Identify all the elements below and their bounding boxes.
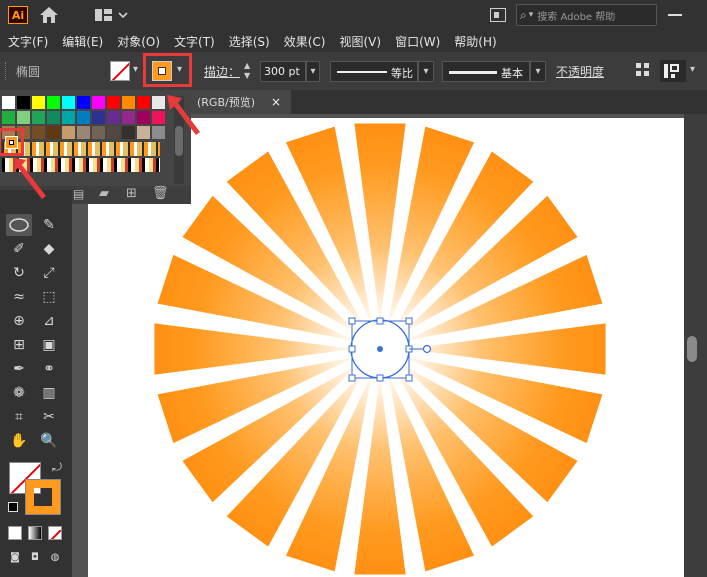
swatch[interactable] (122, 126, 135, 139)
selection-bounding-box[interactable] (348, 317, 432, 382)
perspective-grid-tool-icon[interactable]: ⊿ (36, 310, 62, 332)
swatch[interactable] (107, 96, 120, 109)
shape-builder-tool-icon[interactable]: ⊕ (6, 310, 32, 332)
blend-tool-icon[interactable]: ⚭ (36, 358, 62, 380)
slice-tool-icon[interactable]: ✂ (36, 406, 62, 428)
gradient-tool-icon[interactable]: ▣ (36, 334, 62, 356)
default-colors-icon[interactable] (8, 502, 18, 512)
sunburst-artwork[interactable] (0, 0, 707, 577)
swatch[interactable] (137, 111, 150, 124)
rotate-tool-icon[interactable]: ↻ (6, 262, 32, 284)
eyedropper-tool-icon[interactable]: ✒ (6, 358, 32, 380)
swatch[interactable] (152, 96, 165, 109)
swatch-row-special (2, 158, 160, 172)
gradient-mode-icon[interactable] (28, 526, 42, 540)
swatch[interactable] (77, 111, 90, 124)
swatch[interactable] (92, 126, 105, 139)
symbol-sprayer-tool-icon[interactable]: ❁ (6, 382, 32, 404)
swatch[interactable] (152, 126, 165, 139)
hand-tool-icon[interactable]: ✋ (6, 430, 32, 452)
swatch[interactable] (152, 111, 165, 124)
ellipse-tool-icon[interactable] (6, 214, 32, 236)
delete-swatch-icon[interactable]: 🗑 (152, 186, 169, 201)
draw-behind-icon[interactable]: ◘ (28, 550, 42, 564)
vertical-scrollbar[interactable] (684, 114, 707, 577)
swatch[interactable] (32, 126, 45, 139)
swatch[interactable] (17, 111, 30, 124)
swatch[interactable] (92, 111, 105, 124)
draw-inside-icon[interactable]: ◍ (48, 550, 62, 564)
panel-scrollbar[interactable] (174, 96, 184, 184)
stroke-color-box[interactable] (25, 479, 61, 515)
paintbrush-tool-icon[interactable]: ✎ (36, 214, 62, 236)
draw-normal-icon[interactable]: ◙ (8, 550, 22, 564)
swatch[interactable] (137, 96, 150, 109)
new-swatch-icon[interactable]: ⊞ (126, 186, 137, 201)
free-transform-tool-icon[interactable]: ⬚ (36, 286, 62, 308)
swatch[interactable] (17, 96, 30, 109)
swatch[interactable] (32, 111, 45, 124)
swatches-panel: ◼ ▤ ▰ ⊞ 🗑 (0, 90, 191, 204)
mesh-tool-icon[interactable]: ⊞ (6, 334, 32, 356)
swatch[interactable] (2, 96, 15, 109)
swatch[interactable] (2, 111, 15, 124)
swatch[interactable] (47, 126, 60, 139)
swap-fill-stroke-icon[interactable]: ⤾ (52, 460, 62, 475)
eraser-tool-icon[interactable]: ◆ (36, 238, 62, 260)
swatch[interactable] (77, 96, 90, 109)
swatch[interactable] (62, 111, 75, 124)
swatch[interactable] (62, 96, 75, 109)
swatch[interactable] (32, 96, 45, 109)
color-mode-icon[interactable] (8, 526, 22, 540)
selected-swatch[interactable] (5, 136, 18, 149)
swatch[interactable] (62, 126, 75, 139)
shaper-tool-icon[interactable]: ✐ (6, 238, 32, 260)
swatch[interactable] (92, 96, 105, 109)
swatch[interactable] (107, 111, 120, 124)
swatch[interactable] (47, 96, 60, 109)
artboard-tool-icon[interactable]: ⌗ (6, 406, 32, 428)
zoom-tool-icon[interactable]: 🔍 (36, 430, 62, 452)
column-graph-tool-icon[interactable]: ▥ (36, 382, 62, 404)
new-group-icon[interactable]: ▰ (99, 186, 109, 201)
scale-tool-icon[interactable]: ⤢ (36, 262, 62, 284)
swatch[interactable] (47, 111, 60, 124)
none-mode-icon[interactable] (48, 526, 62, 540)
swatch[interactable] (122, 111, 135, 124)
swatch[interactable] (137, 126, 150, 139)
swatch-row-patterns (2, 142, 160, 156)
swatch[interactable] (77, 126, 90, 139)
swatch[interactable] (122, 96, 135, 109)
swatch[interactable] (107, 126, 120, 139)
tools-panel: ✎ ✐ ◆ ↻ ⤢ ≈ ⬚ ⊕ ⊿ ⊞ ▣ ✒ ⚭ ❁ ▥ ⌗ ✂ ✋ 🔍 ⤾ … (0, 190, 72, 577)
show-kinds-icon[interactable]: ▤ (73, 187, 84, 201)
width-tool-icon[interactable]: ≈ (6, 286, 32, 308)
scrollbar-thumb[interactable] (687, 336, 697, 362)
